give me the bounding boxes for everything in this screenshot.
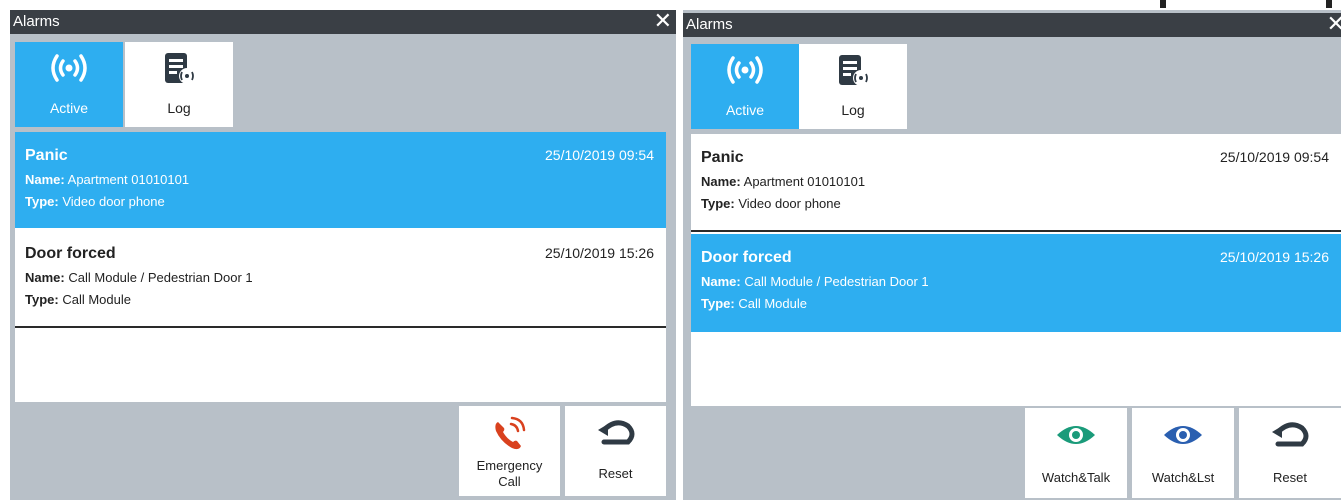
- alarm-type: Call Module: [62, 292, 131, 307]
- button-label: Reset: [1273, 470, 1307, 485]
- type-label: Type:: [701, 296, 735, 311]
- label-line-1: Emergency: [476, 458, 543, 473]
- log-list-icon: [125, 52, 233, 84]
- window-title: Alarms: [13, 13, 60, 30]
- alarm-name: Call Module / Pedestrian Door 1: [68, 270, 253, 285]
- alarm-item-panic[interactable]: Panic 25/10/2019 09:54 Name: Apartment 0…: [15, 132, 666, 228]
- alarm-date: 25/10/2019 15:26: [545, 245, 654, 261]
- button-label: Emergency Call: [459, 458, 560, 490]
- reset-icon: [1239, 418, 1341, 452]
- window-edge-mark: [1160, 0, 1166, 8]
- alarm-name: Apartment 01010101: [743, 174, 866, 189]
- alarm-name-line: Name: Call Module / Pedestrian Door 1: [25, 270, 253, 285]
- alarm-item-door-forced[interactable]: Door forced 25/10/2019 15:26 Name: Call …: [691, 234, 1341, 332]
- alarm-type: Video door phone: [738, 196, 841, 211]
- emergency-call-button[interactable]: Emergency Call: [459, 406, 560, 496]
- button-label: Watch&Talk: [1041, 470, 1111, 485]
- window-edge-mark: [1326, 0, 1332, 8]
- alarm-date: 25/10/2019 15:26: [1220, 249, 1329, 265]
- alarm-list: Panic 25/10/2019 09:54 Name: Apartment 0…: [15, 132, 666, 402]
- tab-label: Active: [725, 102, 765, 118]
- alarm-date: 25/10/2019 09:54: [1220, 149, 1329, 165]
- close-icon[interactable]: ✕: [1327, 12, 1341, 38]
- phone-ringing-icon: [459, 416, 560, 450]
- broadcast-icon: [15, 52, 123, 84]
- type-label: Type:: [25, 292, 59, 307]
- title-bar: Alarms ✕: [683, 12, 1341, 38]
- reset-icon: [565, 416, 666, 450]
- alarm-type: Video door phone: [62, 194, 165, 209]
- type-label: Type:: [25, 194, 59, 209]
- alarms-window-left: Alarms ✕ Active Log Panic 25/10/2019 09:…: [10, 10, 676, 500]
- alarm-name-line: Name: Call Module / Pedestrian Door 1: [701, 274, 929, 289]
- eye-icon: [1132, 418, 1234, 452]
- name-label: Name:: [701, 174, 741, 189]
- tab-active[interactable]: Active: [691, 44, 799, 129]
- button-label: Reset: [598, 466, 633, 481]
- window-title: Alarms: [686, 16, 733, 33]
- tab-log[interactable]: Log: [125, 42, 233, 127]
- alarm-type-line: Type: Call Module: [25, 292, 131, 307]
- title-bar: Alarms ✕: [10, 10, 676, 34]
- close-icon[interactable]: ✕: [654, 10, 672, 35]
- alarm-name: Apartment 01010101: [67, 172, 190, 187]
- alarm-type-line: Type: Video door phone: [701, 196, 841, 211]
- alarm-name-line: Name: Apartment 01010101: [25, 172, 189, 187]
- alarm-list: Panic 25/10/2019 09:54 Name: Apartment 0…: [691, 134, 1341, 406]
- alarms-window-right: Alarms ✕ Active Log Panic 25/10/2019 09:…: [683, 10, 1341, 500]
- alarm-item-panic[interactable]: Panic 25/10/2019 09:54 Name: Apartment 0…: [691, 134, 1341, 232]
- tab-log[interactable]: Log: [799, 44, 907, 129]
- type-label: Type:: [701, 196, 735, 211]
- eye-icon: [1025, 418, 1127, 452]
- tab-label: Log: [841, 102, 865, 118]
- alarm-type: Call Module: [738, 296, 807, 311]
- name-label: Name:: [25, 270, 65, 285]
- alarm-item-door-forced[interactable]: Door forced 25/10/2019 15:26 Name: Call …: [15, 230, 666, 328]
- button-label: Watch&Lst: [1151, 470, 1215, 485]
- alarm-name-line: Name: Apartment 01010101: [701, 174, 865, 189]
- tab-label: Active: [49, 100, 89, 116]
- tab-label: Log: [167, 100, 191, 116]
- log-list-icon: [799, 54, 907, 86]
- watch-talk-button[interactable]: Watch&Talk: [1025, 408, 1127, 498]
- alarm-date: 25/10/2019 09:54: [545, 147, 654, 163]
- broadcast-icon: [691, 54, 799, 86]
- alarm-name: Call Module / Pedestrian Door 1: [744, 274, 929, 289]
- alarm-title: Panic: [701, 149, 744, 166]
- alarm-title: Panic: [25, 147, 68, 164]
- alarm-type-line: Type: Video door phone: [25, 194, 165, 209]
- alarm-title: Door forced: [701, 249, 792, 266]
- label-line-2: Call: [498, 474, 521, 489]
- watch-listen-button[interactable]: Watch&Lst: [1132, 408, 1234, 498]
- name-label: Name:: [25, 172, 65, 187]
- name-label: Name:: [701, 274, 741, 289]
- tab-active[interactable]: Active: [15, 42, 123, 127]
- reset-button[interactable]: Reset: [565, 406, 666, 496]
- alarm-type-line: Type: Call Module: [701, 296, 807, 311]
- alarm-title: Door forced: [25, 245, 116, 262]
- reset-button[interactable]: Reset: [1239, 408, 1341, 498]
